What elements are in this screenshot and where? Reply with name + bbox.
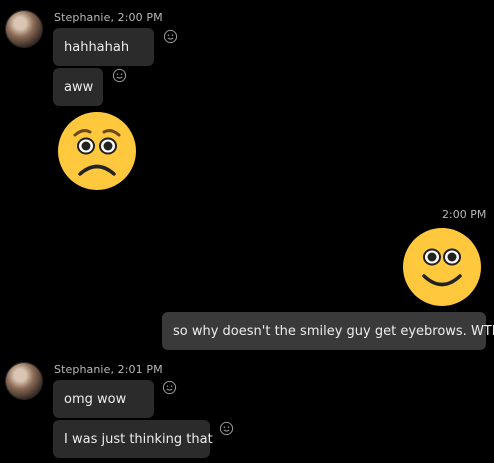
add-reaction-icon[interactable] <box>162 380 177 395</box>
message-bubble[interactable]: aww <box>53 68 103 106</box>
message-timestamp: 2:00 PM <box>442 208 487 221</box>
worried-face-icon[interactable] <box>57 111 137 191</box>
sender-timestamp: Stephanie, 2:01 PM <box>54 363 163 376</box>
message-bubble[interactable]: I was just thinking that <box>53 420 213 458</box>
avatar[interactable] <box>5 10 43 48</box>
message-text: I was just thinking that <box>64 431 213 447</box>
message-text: omg wow <box>64 391 127 407</box>
message-text: so why doesn't the smiley guy get eyebro… <box>173 323 494 339</box>
message-bubble[interactable]: hahhahah <box>53 28 154 66</box>
message-bubble[interactable]: omg wow <box>53 380 154 418</box>
smiling-face-icon[interactable] <box>402 227 482 307</box>
sender-timestamp: Stephanie, 2:00 PM <box>54 11 163 24</box>
add-reaction-icon[interactable] <box>219 421 234 436</box>
add-reaction-icon[interactable] <box>112 68 127 83</box>
message-bubble[interactable]: so why doesn't the smiley guy get eyebro… <box>162 312 494 350</box>
message-text: hahhahah <box>64 39 130 55</box>
message-text: aww <box>64 79 94 95</box>
avatar[interactable] <box>5 362 43 400</box>
add-reaction-icon[interactable] <box>163 29 178 44</box>
